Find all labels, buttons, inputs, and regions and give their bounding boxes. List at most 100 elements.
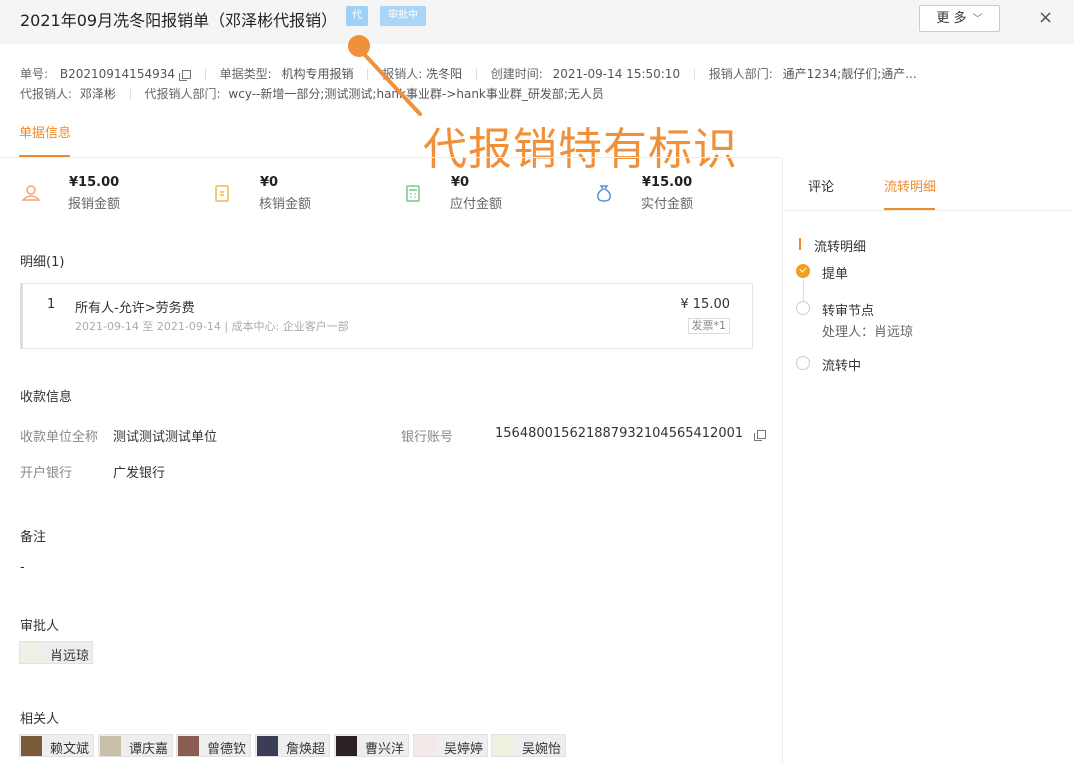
avatar (257, 736, 278, 756)
claimant-dept: 通产1234;靓仔们;通产... (782, 67, 917, 81)
tab-flow-detail[interactable]: 流转明细 (884, 176, 936, 195)
item-index: 1 (47, 297, 56, 312)
approver-chip[interactable]: 肖远琼 (19, 641, 93, 664)
person-name: 吴婷婷 (444, 742, 484, 757)
close-icon[interactable]: × (1038, 7, 1053, 28)
wallet-icon (21, 185, 41, 201)
related-title: 相关人 (20, 712, 60, 727)
person-chip[interactable]: 吴婷婷 (413, 734, 488, 757)
money-bag-icon (597, 185, 611, 202)
amount-value: ¥15.00 (642, 175, 693, 190)
item-price: ¥ 15.00 (680, 297, 730, 312)
avatar (21, 736, 42, 756)
created-label: 创建时间: (490, 67, 543, 81)
flow-step-name: 流转中 (822, 359, 862, 374)
flow-title: 流转明细 (814, 240, 867, 255)
meta-row-1: 单号: B20210914154934 单据类型: 机构专用报销 报销人: 冼冬… (20, 65, 917, 82)
avatar (493, 736, 514, 756)
person-chip[interactable]: 谭庆嘉 (98, 734, 173, 757)
invoice-badge[interactable]: 发票*1 (687, 318, 730, 334)
list-item[interactable]: 1 所有人-允许>劳务费 2021-09-14 至 2021-09-14 | 成… (20, 283, 753, 349)
person-chip[interactable]: 詹焕超 (255, 734, 330, 757)
flow-connector (803, 279, 804, 301)
proxy-tag: 代 (346, 6, 368, 26)
detail-title: 明细(1) (20, 255, 65, 270)
header-bar: 2021年09月冼冬阳报销单（邓泽彬代报销） 代 审批中 更 多 ﹀ × (0, 0, 1074, 44)
dept-label: 报销人部门: (708, 67, 773, 81)
payee-name: 测试测试测试单位 (113, 430, 218, 445)
more-button[interactable]: 更 多 ﹀ (919, 5, 1000, 32)
annotation-line (362, 52, 422, 116)
amount-value: ¥0 (260, 175, 279, 190)
item-name: 所有人-允许>劳务费 (75, 301, 195, 316)
separator (129, 89, 131, 100)
step-pending-icon (796, 356, 810, 370)
flow-step-name: 转审节点 (822, 304, 875, 319)
copy-icon[interactable] (179, 70, 191, 81)
person-name: 詹焕超 (286, 742, 326, 757)
meta-row-2: 代报销人: 邓泽彬 代报销人部门: wcy--新增一部分;测试测试;hank事业… (20, 85, 604, 102)
approver-name: 肖远琼 (50, 649, 90, 664)
proxy-name: 邓泽彬 (79, 87, 116, 101)
annotation-dot (348, 35, 370, 57)
separator (204, 69, 206, 80)
annotation-pointer (348, 35, 422, 116)
bank-name: 广发银行 (113, 466, 166, 481)
person-name: 曾德钦 (207, 742, 247, 757)
remark-title: 备注 (20, 530, 47, 545)
separator (475, 69, 477, 80)
account-label: 银行账号 (401, 430, 454, 445)
divider (783, 210, 1074, 211)
proxy-label: 代报销人: (20, 87, 73, 101)
remark-value: - (20, 560, 25, 575)
person-name: 赖文斌 (50, 742, 90, 757)
person-name: 曹兴洋 (365, 742, 405, 757)
person-name: 谭庆嘉 (129, 742, 169, 757)
annotation-label: 代报销特有标识 (423, 124, 738, 175)
type-label: 单据类型: (219, 67, 272, 81)
order-no-label: 单号: (20, 67, 49, 81)
amount-value: ¥15.00 (69, 175, 120, 190)
person-chip[interactable]: 曾德钦 (176, 734, 251, 757)
person-chip[interactable]: 赖文斌 (19, 734, 94, 757)
amount-label: 核销金额 (259, 197, 312, 212)
person-chip[interactable]: 吴婉怡 (491, 734, 566, 757)
more-label: 更 多 (936, 11, 967, 26)
claimant: 冼冬阳 (426, 67, 463, 81)
amount-label: 应付金额 (450, 197, 503, 212)
chevron-down-icon: ﹀ (972, 14, 983, 25)
bank-label: 开户银行 (20, 466, 73, 481)
item-subtitle: 2021-09-14 至 2021-09-14 | 成本中心: 企业客户一部 (75, 320, 349, 333)
tab-comments[interactable]: 评论 (808, 176, 834, 195)
approver-title: 审批人 (20, 619, 60, 634)
flow-title-marker (799, 238, 801, 250)
status-badge: 审批中 (380, 6, 426, 26)
account-number: 156480015621887932104565412001 (495, 426, 744, 441)
avatar (415, 736, 436, 756)
page-title: 2021年09月冼冬阳报销单（邓泽彬代报销） (20, 11, 338, 30)
tab-doc-info[interactable]: 单据信息 (19, 122, 71, 141)
order-no: B20210914154934 (59, 67, 175, 81)
avatar (336, 736, 357, 756)
step-done-icon (796, 264, 810, 278)
proxy-dept-label: 代报销人部门: (144, 87, 221, 101)
amount-value: ¥0 (451, 175, 470, 190)
payee-name-label: 收款单位全称 (20, 430, 99, 445)
calculator-icon (406, 185, 420, 202)
amount-label: 报销金额 (68, 197, 121, 212)
person-chip[interactable]: 曹兴洋 (334, 734, 409, 757)
avatar (100, 736, 121, 756)
flow-step-name: 提单 (822, 267, 849, 282)
separator (693, 69, 695, 80)
avatar (178, 736, 199, 756)
divider (0, 157, 782, 158)
panel-divider (782, 158, 783, 764)
avatar (21, 643, 42, 663)
amount-label: 实付金额 (641, 197, 694, 212)
step-pending-icon (796, 301, 810, 315)
copy-icon[interactable] (754, 430, 766, 441)
voucher-icon (215, 185, 229, 202)
payee-title: 收款信息 (20, 390, 73, 405)
person-name: 吴婉怡 (522, 742, 562, 757)
created-time: 2021-09-14 15:50:10 (552, 67, 681, 81)
